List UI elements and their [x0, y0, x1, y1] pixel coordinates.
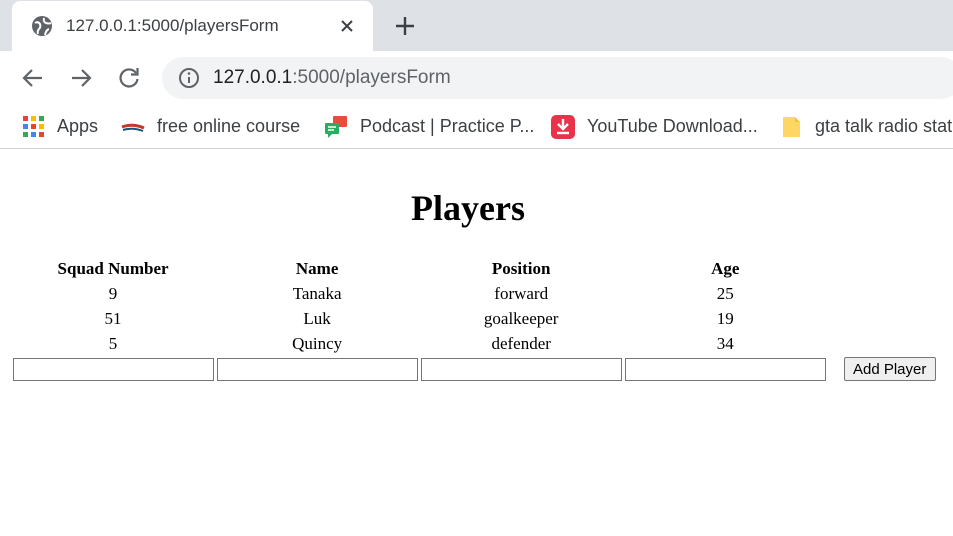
cell-spacer	[828, 307, 951, 330]
bookmark-label: YouTube Download...	[587, 116, 758, 136]
cell-squad-number: 5	[108, 333, 118, 353]
cell-position: forward	[494, 283, 549, 303]
cell-name: Luk	[303, 308, 331, 328]
table-row: 5 Quincy defender 34	[12, 332, 951, 355]
url-path: :5000/playersForm	[292, 67, 451, 88]
age-input[interactable]	[624, 357, 826, 381]
header-position: Position	[491, 258, 551, 278]
add-player-form-row: Add Player	[12, 357, 951, 381]
name-input[interactable]	[216, 357, 418, 381]
cell-age: 25	[716, 283, 734, 303]
cell-age: 34	[716, 333, 734, 353]
cell-squad-number: 51	[104, 308, 122, 328]
close-icon[interactable]	[336, 15, 358, 37]
download-icon	[551, 115, 575, 139]
header-spacer	[828, 257, 951, 280]
back-arrow-icon[interactable]	[20, 65, 46, 91]
header-name: Name	[295, 258, 339, 278]
new-tab-plus-icon[interactable]	[392, 13, 418, 39]
cell-position: defender	[491, 333, 551, 353]
browser-tab[interactable]: 127.0.0.1:5000/playersForm	[12, 1, 373, 51]
tab-title: 127.0.0.1:5000/playersForm	[66, 16, 279, 35]
position-input[interactable]	[420, 357, 622, 381]
cell-squad-number: 9	[108, 283, 118, 303]
cell-name: Tanaka	[292, 283, 342, 303]
cell-age: 19	[716, 308, 734, 328]
add-player-button[interactable]: Add Player	[843, 357, 936, 381]
players-table: Squad Number Name Position Age 9 Tanaka …	[10, 255, 953, 383]
bookmark-label: free online course	[157, 116, 301, 136]
forward-arrow-icon[interactable]	[68, 65, 94, 91]
bookmarks-bar: Apps free online course Podcast | Practi…	[0, 105, 953, 149]
url-text: 127.0.0.1:5000/playersForm	[213, 67, 451, 89]
info-icon[interactable]	[178, 67, 200, 89]
course-icon	[121, 123, 145, 132]
table-header-row: Squad Number Name Position Age	[12, 257, 951, 280]
bookmark-label: Podcast | Practice P...	[360, 116, 535, 136]
table-row: 9 Tanaka forward 25	[12, 282, 951, 305]
cell-name: Quincy	[292, 333, 343, 353]
globe-icon	[32, 16, 52, 36]
address-bar[interactable]: 127.0.0.1:5000/playersForm	[162, 57, 953, 99]
tab-strip: 127.0.0.1:5000/playersForm	[0, 0, 953, 51]
podcast-icon	[325, 116, 347, 138]
table-row: 51 Luk goalkeeper 19	[12, 307, 951, 330]
reload-icon[interactable]	[116, 65, 142, 91]
folder-icon	[783, 117, 800, 137]
page-title: Players	[411, 188, 525, 228]
bookmark-label: gta talk radio stati	[815, 116, 953, 136]
browser-toolbar: 127.0.0.1:5000/playersForm	[0, 51, 953, 105]
header-age: Age	[711, 258, 740, 278]
cell-spacer	[828, 282, 951, 305]
apps-grid-icon	[23, 116, 44, 137]
squad-number-input[interactable]	[12, 357, 214, 381]
bookmark-label: Apps	[57, 116, 99, 136]
cell-position: goalkeeper	[483, 308, 559, 328]
cell-spacer	[828, 332, 951, 355]
url-host: 127.0.0.1	[213, 67, 293, 88]
header-squad-number: Squad Number	[57, 258, 169, 278]
